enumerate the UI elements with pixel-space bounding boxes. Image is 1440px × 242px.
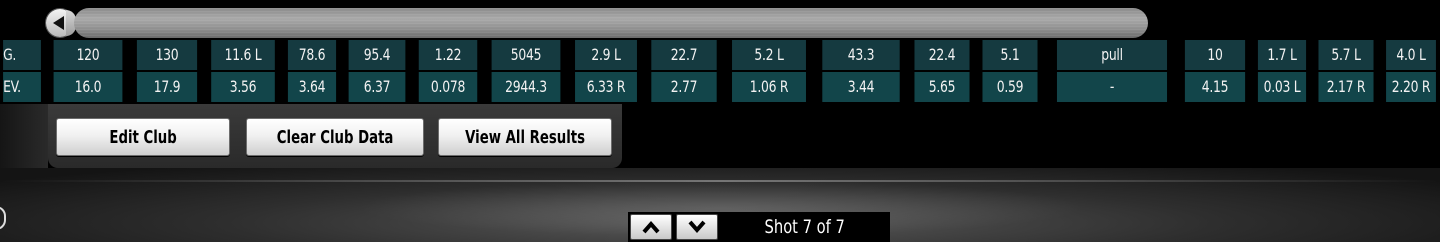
table-cell: 0.59 xyxy=(982,72,1038,102)
table-cell: 5.2 L xyxy=(732,40,806,70)
table-cell: 3.44 xyxy=(822,72,900,102)
table-cell: pull xyxy=(1056,40,1168,70)
table-cell: 22.7 xyxy=(651,40,717,70)
panel-edge xyxy=(0,104,48,168)
table-cell: 4.15 xyxy=(1184,72,1246,102)
table-cell: 5.1 xyxy=(982,40,1038,70)
floor-divider xyxy=(0,180,1440,182)
table-cell: 3.64 xyxy=(287,72,337,102)
table-cell: 2.17 R xyxy=(1318,72,1374,102)
row-label-average: G. xyxy=(3,40,41,70)
view-all-results-button[interactable]: View All Results xyxy=(438,118,612,156)
clear-club-data-label: Clear Club Data xyxy=(276,127,394,148)
table-cell: 6.37 xyxy=(348,72,406,102)
table-cell: 3.56 xyxy=(211,72,275,102)
table-cell: 2.20 R xyxy=(1386,72,1436,102)
table-cell: 2944.3 xyxy=(491,72,561,102)
table-cell: 1.22 xyxy=(418,40,478,70)
shot-counter-label: Shot 7 of 7 xyxy=(764,216,846,238)
table-cell: 22.4 xyxy=(914,40,970,70)
row-label-deviation: EV. xyxy=(3,72,41,102)
table-cell: 4.0 L xyxy=(1386,40,1436,70)
scrollbar-thumb[interactable] xyxy=(74,8,1148,38)
previous-shot-button[interactable] xyxy=(630,214,672,240)
shot-counter: Shot 7 of 7 xyxy=(720,212,890,242)
table-cell: 95.4 xyxy=(348,40,406,70)
table-cell: 130 xyxy=(136,40,198,70)
table-cell: 1.7 L xyxy=(1257,40,1307,70)
chevron-up-icon xyxy=(642,220,660,234)
club-stats-table: G. 120 130 11.6 L 78.6 95.4 1.22 5045 2.… xyxy=(0,38,1440,102)
average-row: G. 120 130 11.6 L 78.6 95.4 1.22 5045 2.… xyxy=(0,40,1440,70)
table-cell: 16.0 xyxy=(53,72,123,102)
table-cell: 17.9 xyxy=(136,72,198,102)
table-cell: 120 xyxy=(53,40,123,70)
view-all-results-label: View All Results xyxy=(465,127,585,148)
next-shot-button[interactable] xyxy=(676,214,718,240)
clear-club-data-button[interactable]: Clear Club Data xyxy=(246,118,424,156)
table-cell: 2.9 L xyxy=(575,40,637,70)
scroll-left-icon[interactable] xyxy=(46,9,76,37)
table-cell: 2.77 xyxy=(651,72,717,102)
table-cell: 0.078 xyxy=(418,72,478,102)
table-cell: 1.06 R xyxy=(732,72,806,102)
table-cell: 43.3 xyxy=(822,40,900,70)
table-cell: 0.03 L xyxy=(1257,72,1307,102)
table-cell: 11.6 L xyxy=(211,40,275,70)
chevron-down-icon xyxy=(688,220,706,234)
table-cell: 6.33 R xyxy=(575,72,637,102)
edit-club-label: Edit Club xyxy=(109,127,177,148)
table-cell: - xyxy=(1056,72,1168,102)
horizontal-scrollbar[interactable] xyxy=(0,0,1440,38)
table-cell: 78.6 xyxy=(287,40,337,70)
table-cell: 5.7 L xyxy=(1318,40,1374,70)
table-cell: 5.65 xyxy=(914,72,970,102)
table-cell: 5045 xyxy=(491,40,561,70)
edit-club-button[interactable]: Edit Club xyxy=(56,118,230,156)
table-cell: 10 xyxy=(1184,40,1246,70)
deviation-row: EV. 16.0 17.9 3.56 3.64 6.37 0.078 2944.… xyxy=(0,72,1440,102)
